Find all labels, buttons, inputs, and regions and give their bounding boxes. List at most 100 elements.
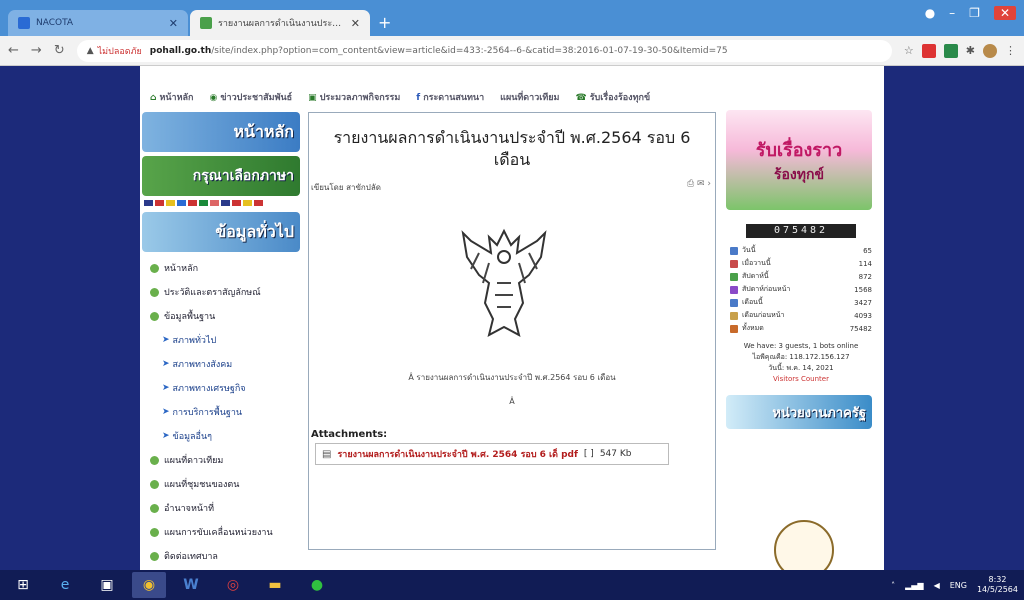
forward-icon[interactable]: →: [31, 43, 42, 58]
sidebar-item[interactable]: ติดต่อเทศบาล: [140, 544, 304, 568]
visitors-counter-link[interactable]: Visitors Counter: [726, 374, 876, 385]
clock[interactable]: 8:32 14/5/2564: [977, 575, 1018, 595]
language-flags: [144, 200, 304, 206]
complaint-banner[interactable]: รับเรื่องราว ร้องทุกข์: [726, 110, 872, 210]
flag-icon[interactable]: [155, 200, 164, 206]
sidebar-subitem[interactable]: ➤ สภาพทั่วไป: [140, 328, 304, 352]
language-indicator[interactable]: ENG: [950, 581, 967, 590]
sidebar-item[interactable]: แผนที่ชุมชนของตน: [140, 472, 304, 496]
nav-item-gallery[interactable]: ▣ ประมวลภาพกิจกรรม: [308, 90, 400, 104]
file-explorer-icon[interactable]: ▬: [258, 572, 292, 598]
attachments-heading: Attachments:: [311, 429, 388, 440]
sidebar-item[interactable]: แผนที่ดาวเทียม: [140, 448, 304, 472]
puzzle-icon[interactable]: ✱: [966, 44, 975, 58]
sidebar-item[interactable]: ประวัติและตราสัญลักษณ์: [140, 280, 304, 304]
arrow-icon: ➤: [162, 359, 170, 369]
stat-row: สัปดาห์ก่อนหน้า 1568: [726, 283, 876, 296]
arrow-icon: ➤: [162, 431, 170, 441]
stat-row: เดือนก่อนหน้า 4093: [726, 309, 876, 322]
complaint-banner-line1: รับเรื่องราว: [755, 139, 843, 161]
minimize-icon[interactable]: –: [949, 6, 955, 20]
nav-item-map[interactable]: แผนที่ดาวเทียม: [500, 90, 559, 104]
article-panel: รายงานผลการดำเนินงานประจำปี พ.ศ.2564 รอบ…: [308, 112, 716, 550]
visitor-info: We have: 3 guests, 1 bots online ไอพีคุณ…: [726, 341, 876, 385]
flag-icon[interactable]: [221, 200, 230, 206]
extension-icon[interactable]: [943, 43, 958, 58]
camera-app-icon[interactable]: ◎: [216, 572, 250, 598]
flag-icon[interactable]: [144, 200, 153, 206]
sidebar-item[interactable]: ข้อมูลพื้นฐาน: [140, 304, 304, 328]
sidebar-item[interactable]: หน้าหลัก: [140, 256, 304, 280]
flag-icon[interactable]: [254, 200, 263, 206]
camera-icon: ▣: [308, 93, 317, 103]
seal-icon: [774, 520, 834, 570]
flag-icon[interactable]: [199, 200, 208, 206]
chrome-icon[interactable]: ◉: [132, 572, 166, 598]
sidebar-subitem[interactable]: ➤ สภาพทางเศรษฐกิจ: [140, 376, 304, 400]
article-tools[interactable]: ⎙ ✉ ›: [687, 179, 711, 189]
megaphone-icon: ◉: [209, 93, 218, 103]
profile-icon[interactable]: ●: [925, 6, 935, 20]
file-icon: ▤: [322, 448, 332, 460]
word-icon[interactable]: W: [174, 572, 208, 598]
general-info-banner[interactable]: ข้อมูลทั่วไป: [142, 212, 300, 252]
home-banner[interactable]: หน้าหลัก: [142, 112, 300, 152]
gov-agencies-banner[interactable]: หน่วยงานภาครัฐ: [726, 395, 872, 429]
flag-icon[interactable]: [232, 200, 241, 206]
nav-item-forum[interactable]: f กระดานสนทนา: [416, 90, 484, 104]
edge-icon[interactable]: e: [48, 572, 82, 598]
flag-icon[interactable]: [210, 200, 219, 206]
tab-close-icon[interactable]: ✕: [169, 17, 178, 30]
browser-tab-2[interactable]: รายงานผลการดำเนินงานประจำปี พ.ศ... ✕: [190, 10, 370, 36]
attachment-link[interactable]: รายงานผลการดำเนินงานประจำปี พ.ศ. 2564 รอ…: [337, 447, 577, 461]
tab-close-icon[interactable]: ✕: [351, 17, 360, 30]
sidebar-subitem[interactable]: ➤ ข้อมูลอื่นๆ: [140, 424, 304, 448]
stat-row: สัปดาห์นี้ 872: [726, 270, 876, 283]
system-tray: ˄ ▂▄▆ ◀ ENG 8:32 14/5/2564: [891, 575, 1018, 595]
flag-icon[interactable]: [243, 200, 252, 206]
stat-icon: [730, 272, 738, 281]
bullet-icon: [150, 287, 159, 297]
menu-kebab-icon[interactable]: ⋮: [1005, 44, 1016, 58]
bookmark-star-icon[interactable]: ☆: [904, 44, 914, 58]
flag-icon[interactable]: [188, 200, 197, 206]
stat-row: เดือนนี้ 3427: [726, 296, 876, 309]
sidebar-subitem[interactable]: ➤ สภาพทางสังคม: [140, 352, 304, 376]
nav-item-home[interactable]: ⌂ หน้าหลัก: [150, 90, 194, 104]
address-bar[interactable]: ▲ ไม่ปลอดภัย pohall.go.th /site/index.ph…: [76, 39, 892, 62]
complaint-banner-line2: ร้องทุกข์: [773, 166, 825, 183]
sidebar-menu: หน้าหลัก ประวัติและตราสัญลักษณ์ ข้อมูลพื…: [140, 256, 304, 568]
close-window-icon[interactable]: ✕: [993, 6, 1016, 20]
arrow-icon: ➤: [162, 407, 170, 417]
nav-item-complaint[interactable]: ☎ รับเรื่องร้องทุกข์: [575, 90, 650, 104]
facebook-icon: f: [416, 93, 421, 103]
start-windows-icon[interactable]: ⊞: [6, 572, 40, 598]
sidebar-item[interactable]: แผนการขับเคลื่อนหน่วยงาน: [140, 520, 304, 544]
volume-icon[interactable]: ◀: [934, 581, 940, 590]
avatar[interactable]: [983, 43, 997, 58]
line-app-icon[interactable]: ●: [300, 572, 334, 598]
stat-row: วันนี้ 65: [726, 244, 876, 257]
reload-icon[interactable]: ↻: [54, 43, 65, 58]
browser-tab-bar: NACOTA ✕ รายงานผลการดำเนินงานประจำปี พ.ศ…: [0, 0, 1024, 36]
network-icon[interactable]: ▂▄▆: [905, 581, 923, 590]
attachment-row: ▤ รายงานผลการดำเนินงานประจำปี พ.ศ. 2564 …: [315, 443, 669, 465]
back-icon[interactable]: ←: [8, 43, 19, 58]
bullet-icon: [150, 455, 159, 465]
sidebar-item[interactable]: อำนาจหน้าที่: [140, 496, 304, 520]
maximize-icon[interactable]: ❐: [969, 6, 980, 20]
new-tab-button[interactable]: +: [378, 13, 391, 32]
store-icon[interactable]: ▣: [90, 572, 124, 598]
visitor-stats: วันนี้ 65 เมื่อวานนี้ 114 สัปดาห์นี้ 872 สั…: [726, 244, 876, 335]
article-byline: เขียนโดย สาขักปลัด: [311, 183, 381, 192]
flag-icon[interactable]: [166, 200, 175, 206]
stat-icon: [730, 246, 738, 255]
browser-tab-1[interactable]: NACOTA ✕: [8, 10, 188, 36]
tray-up-icon[interactable]: ˄: [891, 581, 895, 590]
sidebar-subitem[interactable]: ➤ การบริการพื้นฐาน: [140, 400, 304, 424]
nav-item-news[interactable]: ◉ ข่าวประชาสัมพันธ์: [210, 90, 293, 104]
extension-icon[interactable]: [921, 43, 936, 58]
flag-icon[interactable]: [177, 200, 186, 206]
phone-icon: ☎: [575, 93, 587, 103]
language-banner[interactable]: กรุณาเลือกภาษา: [142, 156, 300, 196]
